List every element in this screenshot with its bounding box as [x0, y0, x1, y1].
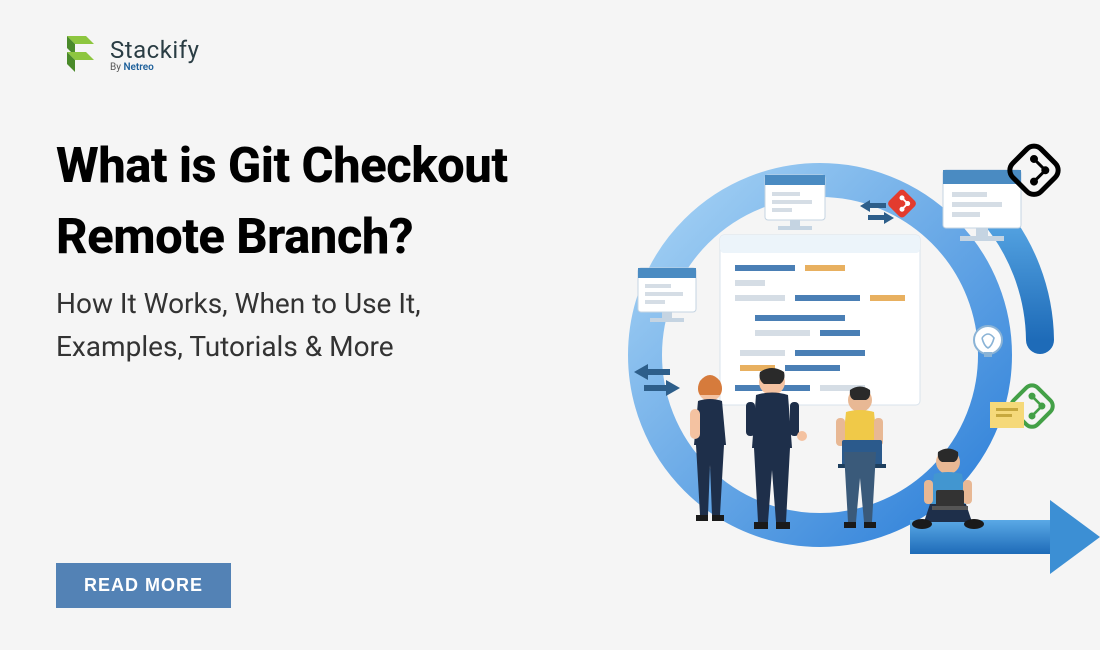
brand-name: Stackify [110, 36, 199, 64]
page-title: What is Git Checkout Remote Branch? [56, 130, 616, 272]
stackify-logo-icon [56, 32, 100, 76]
page-subtitle: How It Works, When to Use It, Examples, … [56, 282, 616, 369]
read-more-button[interactable]: READ MORE [56, 563, 231, 608]
brand-text: Stackify By Netreo [110, 36, 199, 73]
brand-byline: By Netreo [110, 62, 199, 73]
hero-content: What is Git Checkout Remote Branch? How … [56, 130, 616, 369]
brand-logo: Stackify By Netreo [56, 32, 199, 76]
hero-illustration [580, 120, 1100, 620]
